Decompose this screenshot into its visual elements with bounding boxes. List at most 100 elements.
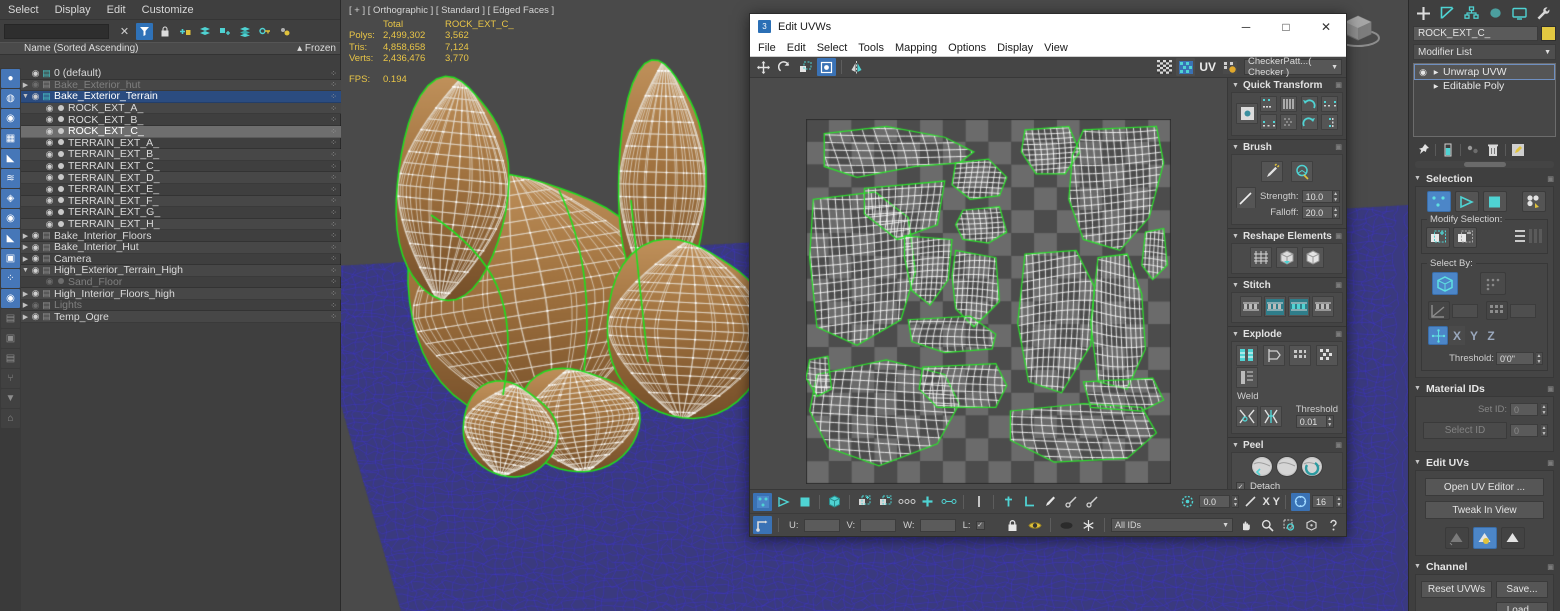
rollout-header[interactable]: ▼Stitch▣ (1228, 278, 1346, 292)
rotate-icon[interactable] (775, 58, 794, 76)
frozen-toggle[interactable]: ⁘ (330, 301, 336, 310)
frozen-toggle[interactable]: ⁘ (330, 92, 336, 101)
scene-explorer-row[interactable]: ▼◉▤Bake_Exterior_Terrain⁘ (21, 91, 341, 103)
command-panel-scrollbar[interactable] (1415, 161, 1554, 168)
brush-field-value[interactable]: 20.0 (1302, 206, 1333, 219)
peel-checkbox-row[interactable]: ✓Detach (1236, 481, 1338, 489)
space-vertical-icon[interactable] (1321, 114, 1338, 130)
eye-icon[interactable]: ◉ (44, 184, 55, 195)
select-id-value[interactable]: 0 (1510, 424, 1538, 437)
hierarchy-tab-icon[interactable] (1460, 3, 1482, 23)
scene-explorer-row[interactable]: ▼◉▤High_Exterior_Terrain_High⁘ (21, 265, 341, 277)
frozen-toggle[interactable]: ⁘ (330, 150, 336, 159)
scene-explorer-row[interactable]: ▶◉▤Bake_Interior_Floors⁘ (21, 230, 341, 242)
loop-edge-icon[interactable] (939, 493, 958, 511)
save-button[interactable]: Save... (1496, 581, 1548, 598)
frozen-toggle[interactable]: ⁘ (330, 277, 336, 286)
scene-explorer-row[interactable]: ◉TERRAIN_EXT_A_⁘ (21, 138, 341, 150)
eye-icon[interactable]: ◉ (44, 219, 55, 230)
pin-icon[interactable]: ▣ (1335, 81, 1342, 89)
explode-by-icon[interactable] (1236, 367, 1258, 388)
particles-filter-icon[interactable]: ⁘ (1, 269, 20, 288)
shrink-selection-icon[interactable] (876, 493, 895, 511)
edit-uvs-rollout-header[interactable]: ▼Edit UVs▣ (1409, 455, 1560, 470)
eye-icon[interactable]: ◉ (1417, 67, 1429, 78)
shrink-selection-icon[interactable] (1453, 227, 1477, 248)
rollout-header[interactable]: ▼Peel▣ (1228, 438, 1346, 452)
align-center-icon[interactable] (1236, 103, 1258, 124)
scene-explorer-row[interactable]: ◉Sand_Floor⁘ (21, 277, 341, 289)
edge-loop-icon[interactable] (999, 493, 1018, 511)
grid-value[interactable]: 16 (1312, 495, 1334, 508)
chevron-right-icon[interactable]: ▶ (21, 313, 30, 321)
selection-rollout-header[interactable]: ▼Selection▣ (1409, 171, 1560, 186)
frozen-toggle[interactable]: ⁘ (330, 289, 336, 298)
relax-brush-icon[interactable] (1261, 161, 1283, 182)
explode-material-icon[interactable] (1289, 345, 1311, 366)
remove-modifier-icon[interactable] (1485, 142, 1501, 158)
frozen-toggle[interactable]: ⁘ (330, 196, 336, 205)
eye-icon[interactable]: ◉ (44, 161, 55, 172)
uvw-menu-tools[interactable]: Tools (858, 42, 884, 54)
pin-icon[interactable]: ▣ (1335, 281, 1342, 289)
cameras-filter-icon[interactable]: ▦ (1, 129, 20, 148)
vertex-mode-icon[interactable] (753, 493, 772, 511)
display-tab-icon[interactable] (1508, 3, 1530, 23)
pin-icon[interactable]: ▣ (1335, 232, 1342, 240)
scene-icon[interactable]: ⌂ (1, 409, 20, 428)
make-unique-icon[interactable] (1465, 142, 1481, 158)
pin-icon[interactable]: ▣ (1547, 175, 1554, 183)
load-button[interactable]: Load... (1496, 602, 1548, 611)
u-field[interactable] (804, 519, 840, 532)
frozen-toggle[interactable]: ⁘ (330, 138, 336, 147)
eye-icon[interactable]: ◉ (44, 126, 55, 137)
eye-icon[interactable]: ◉ (30, 300, 41, 311)
checkbox-icon[interactable]: ✓ (1236, 482, 1245, 489)
helpers-filter-icon[interactable]: ◣ (1, 149, 20, 168)
show-map-icon[interactable] (1176, 58, 1195, 76)
set-id-value[interactable]: 0 (1510, 403, 1538, 416)
grow-selection-icon[interactable] (855, 493, 874, 511)
frozen-toggle[interactable]: ⁘ (330, 69, 336, 78)
frozen-toggle[interactable]: ⁘ (330, 104, 336, 113)
ring-uv-icon[interactable] (918, 493, 937, 511)
brush-field-spinner[interactable]: ▲▼ (1333, 190, 1340, 203)
minimize-icon[interactable]: ─ (1226, 14, 1266, 39)
chevron-right-icon[interactable]: ▶ (21, 255, 30, 263)
eye-icon[interactable]: ◉ (30, 230, 41, 241)
align-element-icon[interactable] (1321, 96, 1338, 112)
eye-icon[interactable]: ◉ (30, 311, 41, 322)
soft-selection-value[interactable]: 0.0 (1199, 495, 1230, 508)
material-id-dropdown[interactable]: All IDs ▼ (1111, 518, 1233, 532)
align-horizontal-icon[interactable] (1260, 96, 1277, 112)
eye-icon[interactable]: ◉ (44, 149, 55, 160)
rollout-header[interactable]: ▼Quick Transform▣ (1228, 78, 1346, 92)
grid-spinner[interactable]: ▲▼ (1336, 495, 1343, 508)
eye-icon[interactable]: ◉ (30, 68, 41, 79)
eye-icon[interactable]: ◉ (30, 242, 41, 253)
edit-uvws-titlebar[interactable]: 3 Edit UVWs ─ □ ✕ (750, 14, 1346, 39)
funnel-icon[interactable]: ▼ (1, 389, 20, 408)
reset-uvws-button[interactable]: Reset UVWs (1421, 581, 1492, 598)
frozen-toggle[interactable]: ⁘ (330, 115, 336, 124)
chevron-right-icon[interactable]: ▶ (1432, 69, 1440, 76)
l-checkbox[interactable]: ✓ (976, 521, 985, 530)
explode-cluster-icon[interactable] (1236, 345, 1258, 366)
lock-icon[interactable] (1003, 516, 1022, 534)
layers-icon[interactable]: ▤ (1, 309, 20, 328)
peel-seams-icon[interactable] (1501, 527, 1525, 549)
select-id-spinner[interactable]: ▲▼ (1541, 424, 1548, 437)
frozen-toggle[interactable]: ⁘ (330, 162, 336, 171)
lights-filter-icon[interactable]: ◉ (1, 109, 20, 128)
pin-icon[interactable]: ▣ (1335, 441, 1342, 449)
frozen-toggle[interactable]: ⁘ (330, 127, 336, 136)
eye-icon[interactable]: ◉ (44, 114, 55, 125)
objects-icon[interactable]: ▣ (1, 329, 20, 348)
quick-peel-icon[interactable] (1276, 456, 1298, 477)
frozen-toggle[interactable]: ⁘ (330, 254, 336, 263)
paint-select-plus-icon[interactable] (1062, 493, 1081, 511)
threshold-spinner[interactable]: ▲▼ (1327, 415, 1334, 428)
create-tab-icon[interactable] (1412, 3, 1434, 23)
modify-tab-icon[interactable] (1436, 3, 1458, 23)
straighten-icon[interactable] (1250, 247, 1272, 268)
